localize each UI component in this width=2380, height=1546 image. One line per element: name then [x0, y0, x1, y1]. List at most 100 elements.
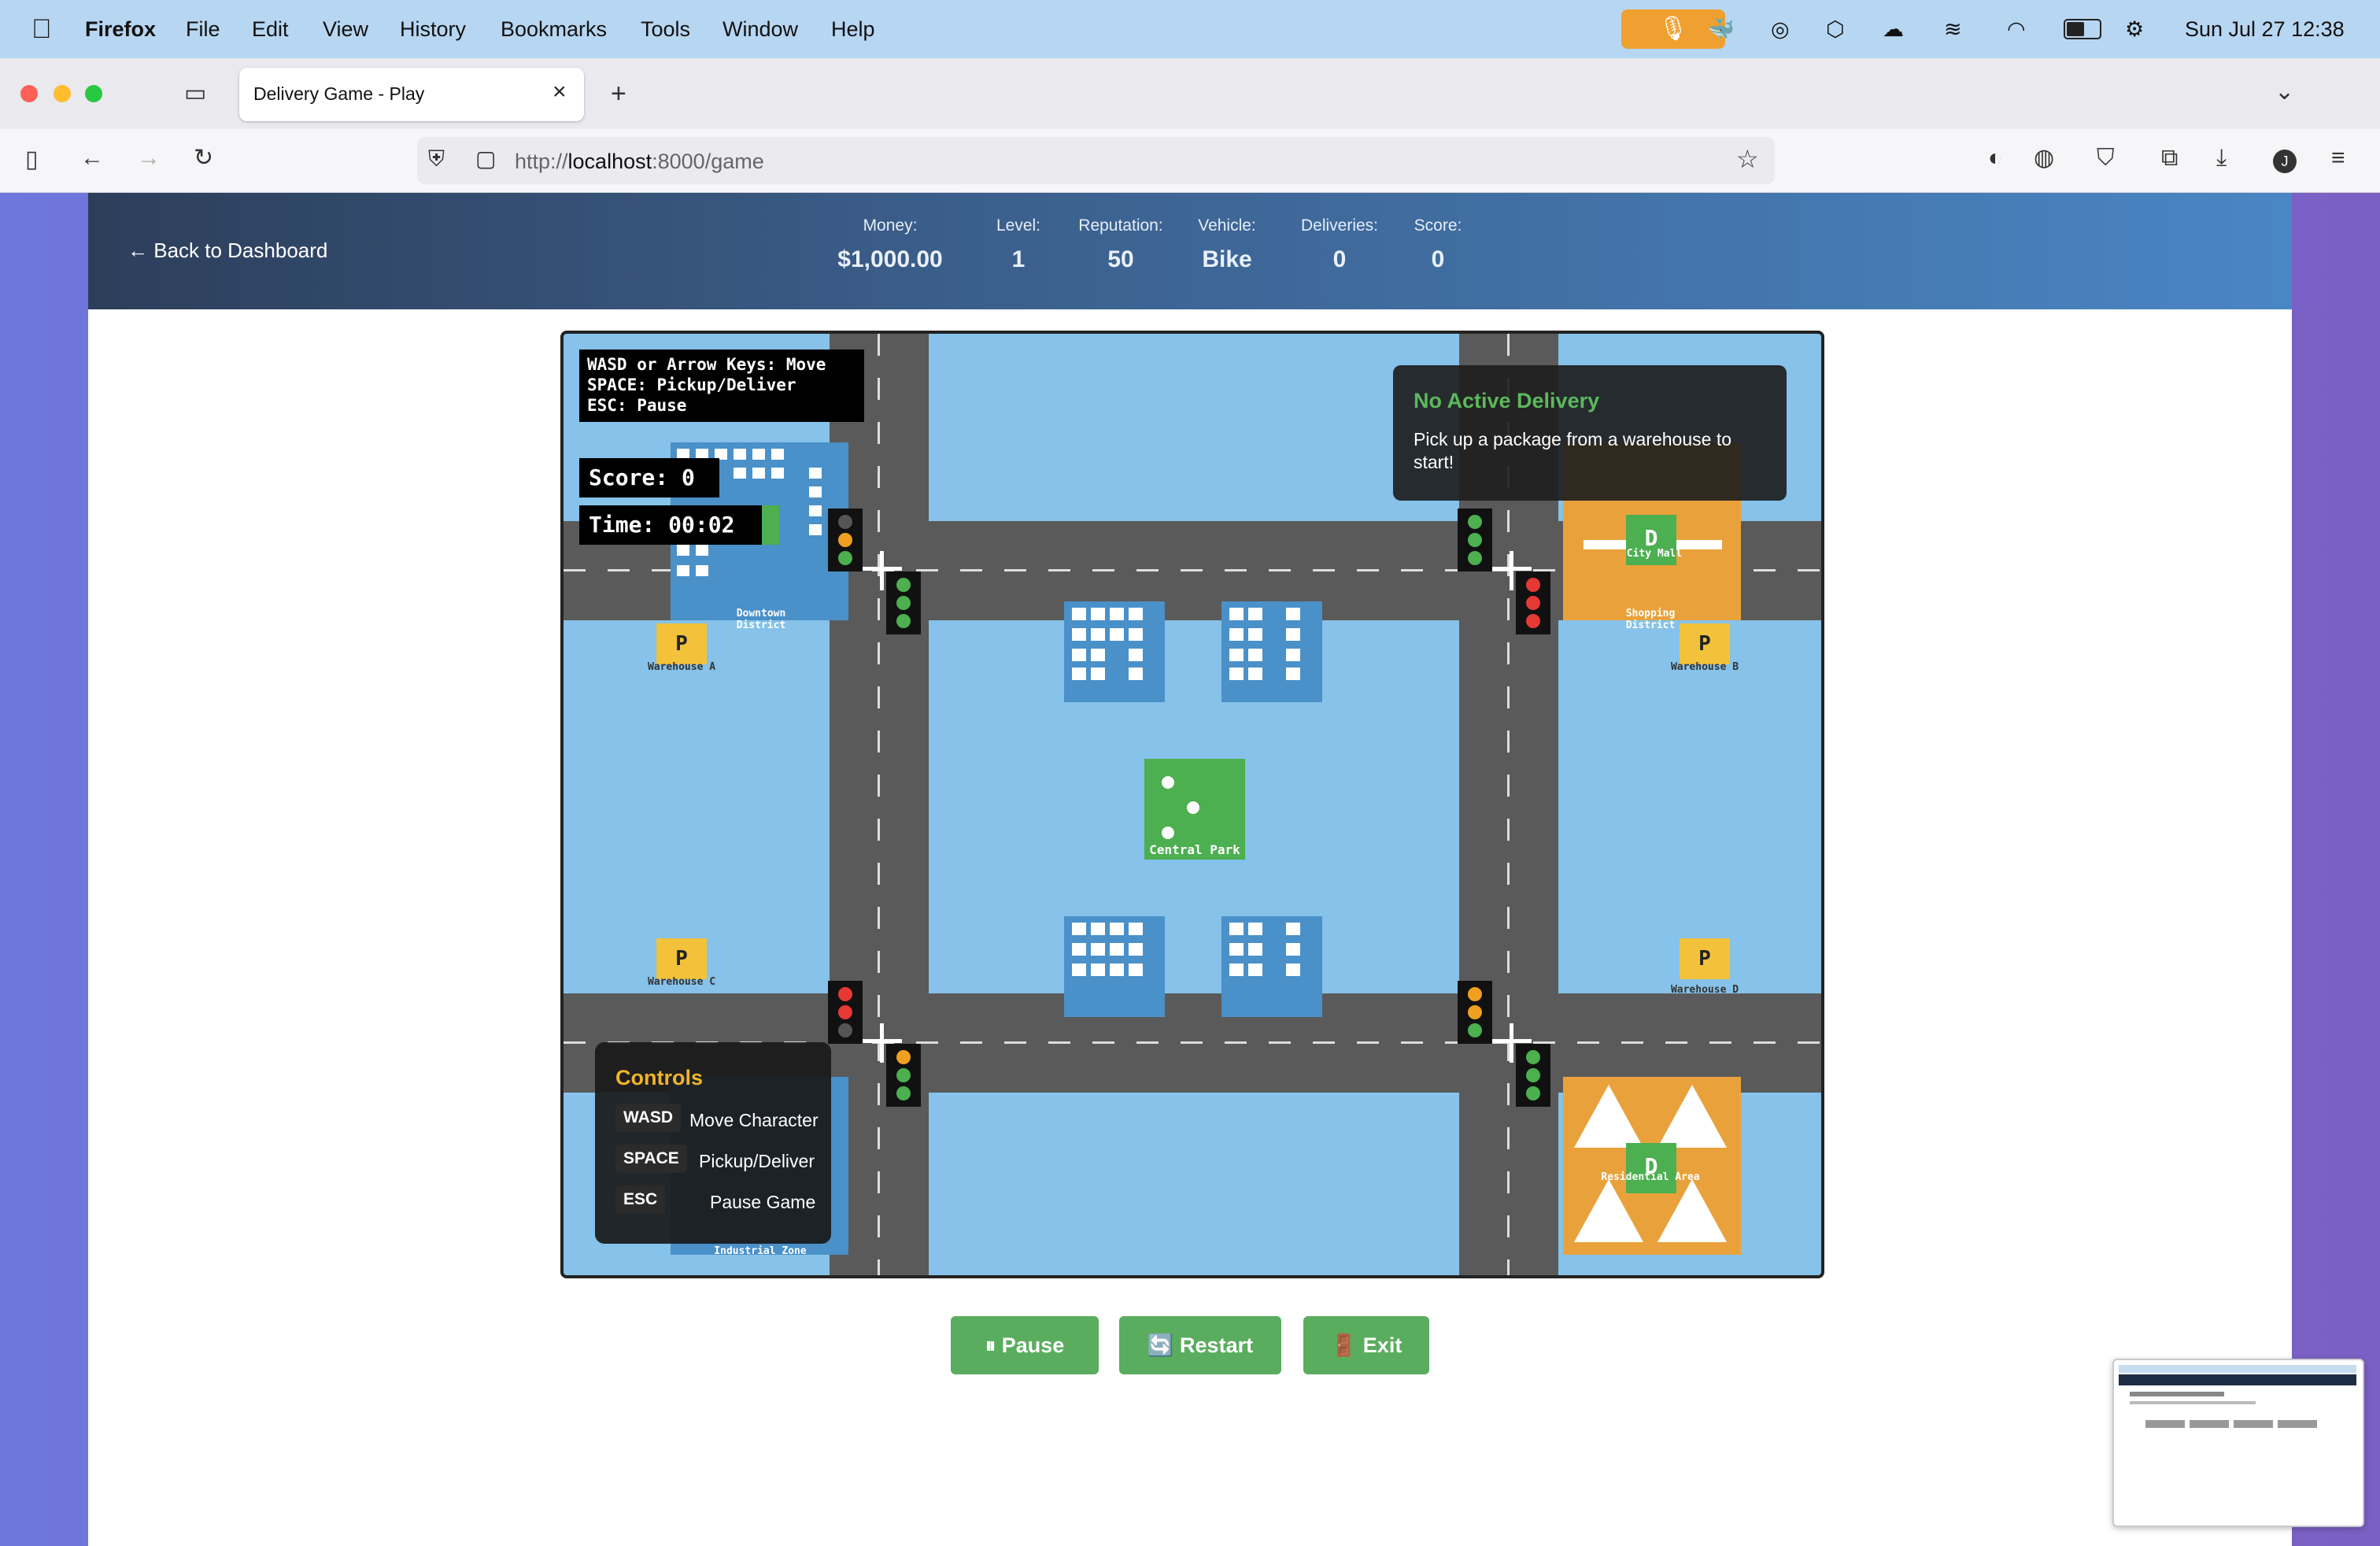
stat-score-value: 0	[1431, 246, 1445, 272]
stat-reputation-value: 50	[1107, 246, 1134, 272]
sidebar-toggle-icon[interactable]: ▯	[25, 148, 39, 172]
central-park-label: Central Park	[1149, 842, 1240, 857]
url-text[interactable]: http://localhost:8000/game	[515, 150, 764, 174]
menu-view[interactable]: View	[323, 0, 368, 58]
warehouse-b-label: Warehouse B	[1670, 661, 1739, 673]
stack-icon[interactable]: ≋	[1944, 0, 1962, 58]
delivery-status-text: Pick up a package from a warehouse to st…	[1414, 429, 1732, 472]
stat-vehicle: Vehicle: Bike	[1192, 216, 1262, 273]
menubar-datetime[interactable]: Sun Jul 27 12:38	[2185, 0, 2345, 58]
new-tab-icon[interactable]: +	[611, 80, 626, 107]
menu-history[interactable]: History	[400, 0, 466, 58]
lane-marking	[878, 334, 880, 1275]
score-display: Score: 0	[579, 458, 719, 497]
control-desc-pickup: Pickup/Deliver	[699, 1151, 815, 1171]
sync-icon[interactable]: ◎	[1771, 0, 1790, 58]
game-header: ← Back to Dashboard Money: $1,000.00 Leve…	[88, 193, 2292, 309]
page-icon[interactable]: ▢	[475, 148, 496, 170]
tab-close-icon[interactable]: ×	[552, 79, 567, 105]
menu-app-name[interactable]: Firefox	[85, 0, 156, 58]
residential-area-label: Residential Area	[1601, 1171, 1700, 1183]
stat-reputation-label: Reputation:	[1078, 216, 1163, 235]
menu-file[interactable]: File	[186, 0, 220, 58]
office-building	[1064, 601, 1165, 702]
traffic-light	[1458, 509, 1492, 571]
residential-delivery-point: D	[1626, 1143, 1676, 1193]
help-line-move: WASD or Arrow Keys: Move	[587, 355, 826, 374]
key-space: SPACE	[615, 1145, 687, 1173]
app-menu-icon[interactable]: ≡	[2331, 146, 2345, 170]
tab-delivery-game[interactable]: Delivery Game - Play ×	[239, 68, 584, 121]
url-bar[interactable]: ⛨ ▢ http://localhost:8000/game ☆	[417, 137, 1775, 184]
stat-reputation: Reputation: 50	[1074, 216, 1168, 273]
restart-button[interactable]: 🔄 Restart	[1119, 1316, 1281, 1374]
zoom-window-button[interactable]	[85, 85, 102, 102]
delivery-status-title: No Active Delivery	[1414, 389, 1600, 412]
wifi-icon[interactable]: ◠	[2007, 0, 2026, 58]
reload-icon[interactable]: ↻	[194, 146, 213, 170]
stat-level: Level: 1	[987, 216, 1050, 273]
intersection-marker	[1510, 1023, 1513, 1063]
intersection-marker	[880, 1023, 884, 1063]
city-mall-label: City Mall	[1626, 548, 1683, 560]
cloud-icon[interactable]: ☁	[1883, 0, 1904, 58]
ublock-icon[interactable]: ⛉	[2097, 146, 2115, 170]
stat-level-value: 1	[1011, 246, 1026, 272]
close-window-button[interactable]	[20, 85, 38, 102]
downloads-icon[interactable]: ⤓	[2216, 146, 2227, 170]
pause-button[interactable]: ⏸ Pause	[951, 1316, 1099, 1374]
forward-arrow-icon[interactable]: →	[137, 146, 161, 170]
bookmark-star-icon[interactable]: ☆	[1736, 146, 1759, 172]
control-row-wasd: WASD Move Character	[615, 1104, 820, 1132]
warehouse-a-marker: P	[656, 623, 707, 664]
menu-edit[interactable]: Edit	[252, 0, 289, 58]
docker-icon[interactable]: 🐳	[1708, 0, 1735, 58]
menu-help[interactable]: Help	[831, 0, 875, 58]
exit-button[interactable]: 🚪 Exit	[1303, 1316, 1429, 1374]
tab-overview-icon[interactable]: ▭	[184, 82, 206, 105]
delivery-status-panel: No Active Delivery Pick up a package fro…	[1393, 365, 1787, 501]
box-icon[interactable]: ⬡	[1826, 0, 1845, 58]
battery-icon[interactable]	[2064, 19, 2101, 39]
office-building	[1064, 916, 1165, 1017]
control-row-space: SPACE Pickup/Deliver	[615, 1145, 820, 1173]
office-building	[1221, 601, 1322, 702]
back-arrow-icon[interactable]: ←	[80, 146, 104, 170]
account-avatar[interactable]: J	[2273, 150, 2297, 173]
control-desc-pause: Pause Game	[710, 1192, 816, 1212]
menu-bookmarks[interactable]: Bookmarks	[501, 0, 607, 58]
stat-level-label: Level:	[996, 216, 1041, 235]
traffic-light	[828, 509, 863, 571]
apple-icon[interactable]: 	[31, 0, 52, 58]
control-center-icon[interactable]: ⚙	[2125, 0, 2144, 58]
help-line-pause: ESC: Pause	[587, 396, 687, 415]
stat-deliveries-label: Deliveries:	[1300, 216, 1379, 235]
minimize-window-button[interactable]	[54, 85, 71, 102]
warehouse-b-marker: P	[1680, 623, 1730, 664]
menu-window[interactable]: Window	[722, 0, 798, 58]
traffic-light	[886, 1044, 921, 1107]
traffic-light	[1516, 571, 1550, 634]
screenshot-thumbnail[interactable]	[2112, 1359, 2364, 1527]
game-canvas[interactable]: Downtown District D City Mall Shopping D…	[560, 331, 1824, 1278]
tracking-shield-icon[interactable]: ⛨	[428, 148, 445, 170]
warehouse-c-label: Warehouse C	[647, 976, 716, 988]
downtown-district-label: Downtown District	[736, 608, 786, 631]
stat-vehicle-value: Bike	[1202, 246, 1252, 272]
extensions-puzzle-icon[interactable]: ⧉	[2161, 146, 2178, 170]
extension-2-icon[interactable]: ◍	[2034, 146, 2054, 170]
back-to-dashboard-link[interactable]: ← Back to Dashboard	[128, 239, 327, 263]
extension-1-icon[interactable]: ◐	[1988, 146, 2002, 170]
stat-money-label: Money:	[863, 216, 918, 235]
url-host: localhost	[567, 150, 652, 173]
traffic-light	[1516, 1044, 1550, 1107]
stat-deliveries: Deliveries: 0	[1292, 216, 1387, 273]
traffic-light	[1458, 981, 1492, 1044]
key-wasd: WASD	[615, 1104, 681, 1132]
intersection-marker	[880, 551, 884, 590]
tab-title: Delivery Game - Play	[253, 83, 425, 104]
office-building	[1221, 916, 1322, 1017]
tab-list-chevron-icon[interactable]: ⌄	[2275, 80, 2294, 104]
intersection-marker	[1510, 551, 1513, 590]
menu-tools[interactable]: Tools	[641, 0, 690, 58]
